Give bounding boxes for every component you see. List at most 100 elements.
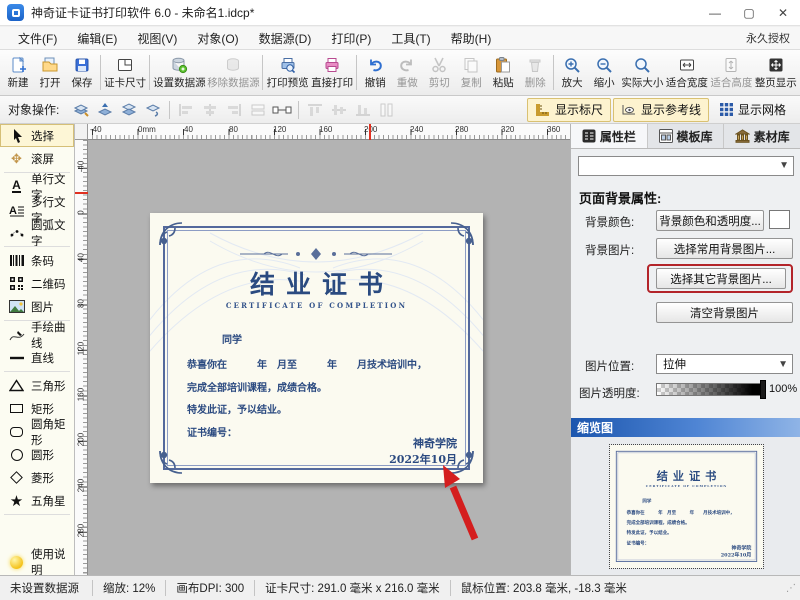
same-width-icon	[246, 99, 270, 121]
title-flourish	[236, 246, 396, 262]
panel-tabs: 属性栏 模板库 素材库	[571, 124, 800, 149]
tab-properties[interactable]: 属性栏	[571, 124, 648, 148]
fit-height-icon	[722, 56, 740, 74]
card-size-icon	[116, 56, 134, 74]
show-grid-toggle[interactable]: 显示网格	[711, 98, 794, 122]
menu-edit[interactable]: 编辑(E)	[67, 27, 127, 50]
align-bottom-icon	[351, 99, 375, 121]
opacity-slider-track[interactable]	[656, 383, 764, 396]
certificate-page[interactable]: 结业证书 CERTIFICATE OF COMPLETION 同学 恭喜你在 年…	[150, 213, 483, 483]
corner-flourish	[156, 219, 186, 249]
fit-width-button[interactable]: 适合宽度	[665, 52, 709, 94]
rectangle-icon	[8, 400, 25, 417]
tool-star[interactable]: ★ 五角星	[0, 489, 74, 512]
tool-line[interactable]: 直线	[0, 346, 74, 369]
new-button[interactable]: 新建	[2, 52, 34, 94]
redo-button: 重做	[391, 52, 423, 94]
vertical-ruler: -40 0 40 80 120 160 200 240 280	[75, 140, 88, 575]
redo-icon	[398, 56, 416, 74]
menu-tools[interactable]: 工具(T)	[381, 27, 440, 50]
certificate-title: 结业证书	[150, 265, 483, 301]
tab-material-library[interactable]: 素材库	[724, 124, 800, 148]
whole-page-button[interactable]: 整页显示	[754, 52, 798, 94]
bg-color-button[interactable]: 背景颜色和透明度...	[656, 210, 764, 231]
direct-print-button[interactable]: 直接打印	[310, 52, 354, 94]
tool-arc-text[interactable]: 圆弧文字	[0, 221, 74, 244]
circle-icon	[8, 446, 25, 463]
open-button[interactable]: 打开	[34, 52, 66, 94]
bg-color-swatch[interactable]	[769, 210, 790, 229]
tool-qrcode[interactable]: 二维码	[0, 272, 74, 295]
save-button[interactable]: 保存	[66, 52, 98, 94]
title-bar: 神奇证卡证书打印软件 6.0 - 未命名1.idcp* — ▢ ✕	[0, 0, 800, 26]
align-top-icon	[303, 99, 327, 121]
zoom-in-button[interactable]: 放大	[556, 52, 588, 94]
toolbar-separator	[100, 55, 101, 90]
tool-diamond[interactable]: 菱形	[0, 466, 74, 489]
tool-freehand-curve[interactable]: 手绘曲线	[0, 323, 74, 346]
choose-other-bg-button[interactable]: 选择其它背景图片...	[656, 268, 786, 289]
undo-button[interactable]: 撤销	[359, 52, 391, 94]
image-position-label: 图片位置:	[585, 358, 634, 374]
barcode-icon	[8, 252, 25, 269]
move-layer-up-icon[interactable]	[93, 99, 117, 121]
paste-button[interactable]: 粘贴	[487, 52, 519, 94]
tool-barcode[interactable]: 条码	[0, 249, 74, 272]
certificate-body-line: 恭喜你在 年 月至 年 月技术培训中，	[187, 356, 427, 371]
card-size-button[interactable]: 证卡尺寸	[103, 52, 147, 94]
remove-datasource-button: 移除数据源	[206, 52, 260, 94]
certificate-subtitle: CERTIFICATE OF COMPLETION	[150, 301, 483, 310]
clear-bg-button[interactable]: 清空背景图片	[656, 302, 793, 323]
zoom-out-button[interactable]: 缩小	[588, 52, 620, 94]
guides-eye-icon	[621, 102, 637, 117]
close-icon[interactable]: ✕	[766, 0, 800, 25]
choose-common-bg-button[interactable]: 选择常用背景图片...	[656, 238, 793, 259]
tool-rounded-rectangle[interactable]: 圆角矩形	[0, 420, 74, 443]
mouse-x-marker	[369, 124, 371, 140]
object-selector-dropdown[interactable]: ▼	[578, 156, 794, 176]
tool-circle[interactable]: 圆形	[0, 443, 74, 466]
menu-view[interactable]: 视图(V)	[127, 27, 187, 50]
menu-datasource[interactable]: 数据源(D)	[249, 27, 322, 50]
design-canvas[interactable]: 结业证书 CERTIFICATE OF COMPLETION 同学 恭喜你在 年…	[88, 140, 570, 575]
line-icon	[8, 349, 25, 366]
thumbnail-certificate: 结业证书 CERTIFICATE OF COMPLETION 同学 恭喜你在 年…	[610, 445, 763, 568]
thumbnail-preview-area: 结业证书 CERTIFICATE OF COMPLETION 同学 恭喜你在 年…	[571, 437, 800, 575]
tab-template-library[interactable]: 模板库	[648, 124, 725, 148]
tool-triangle[interactable]: 三角形	[0, 374, 74, 397]
image-position-select[interactable]: 拉伸 ▼	[656, 354, 793, 374]
object-operations-bar: 对象操作: 显示标尺 显示参考线 显示网格	[0, 96, 800, 124]
help-button[interactable]: 使用说明	[0, 549, 74, 575]
certificate-date: 2022年10月	[389, 451, 457, 467]
star-icon: ★	[8, 492, 25, 509]
actual-size-button[interactable]: 实际大小	[620, 52, 664, 94]
menu-file[interactable]: 文件(F)	[8, 27, 67, 50]
same-height-icon	[375, 99, 399, 121]
certificate-salutation: 同学	[222, 331, 242, 346]
set-datasource-button[interactable]: 设置数据源	[152, 52, 206, 94]
select-cursor-icon	[8, 127, 25, 144]
menu-object[interactable]: 对象(O)	[187, 27, 248, 50]
rounded-rectangle-icon	[8, 423, 25, 440]
bring-to-front-icon[interactable]	[69, 99, 93, 121]
certificate-issuer: 神奇学院	[413, 435, 457, 451]
triangle-icon	[8, 377, 25, 394]
tool-select[interactable]: 选择	[0, 124, 74, 147]
tool-pan[interactable]: ✥ 滚屏	[0, 147, 74, 170]
show-guides-toggle[interactable]: 显示参考线	[613, 98, 709, 122]
maximize-icon[interactable]: ▢	[732, 0, 766, 25]
distribute-horizontal-icon[interactable]	[270, 99, 294, 121]
show-ruler-toggle[interactable]: 显示标尺	[527, 98, 611, 122]
menu-print[interactable]: 打印(P)	[321, 27, 381, 50]
move-layer-down-icon[interactable]	[117, 99, 141, 121]
opacity-slider-handle[interactable]	[760, 380, 766, 399]
canvas-area: -40 0mm 40 80 120 160 200 240 280 320 36…	[75, 124, 570, 575]
save-floppy-icon	[73, 56, 91, 74]
menu-help[interactable]: 帮助(H)	[441, 27, 502, 50]
status-mouse-position: 鼠标位置: 203.8 毫米, -18.3 毫米	[451, 580, 637, 596]
send-to-back-icon[interactable]	[141, 99, 165, 121]
fit-width-icon	[678, 56, 696, 74]
minimize-icon[interactable]: —	[698, 0, 732, 25]
print-preview-button[interactable]: 打印预览	[265, 52, 309, 94]
tool-image[interactable]: 图片	[0, 295, 74, 318]
